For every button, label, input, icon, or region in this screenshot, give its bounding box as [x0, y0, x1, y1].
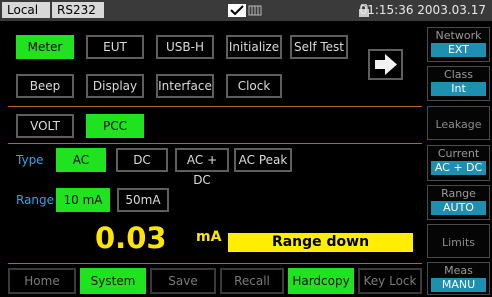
class-title: Class	[444, 68, 473, 81]
current-value: AC + DC	[431, 161, 486, 175]
storage-icon	[248, 5, 262, 16]
meas-title: Meas	[444, 264, 473, 277]
next-page-button[interactable]	[368, 49, 403, 80]
right-side-panel: Network EXT Class Int Leakage Current AC…	[425, 22, 492, 297]
softkey-home[interactable]: Home	[8, 268, 76, 294]
range-softkey[interactable]: Range AUTO	[427, 185, 490, 220]
leakage-softkey[interactable]: Leakage	[427, 106, 490, 140]
class-value: Int	[431, 82, 486, 96]
interface-button[interactable]: Interface	[156, 74, 214, 98]
range-message: Range down	[228, 233, 413, 252]
softkey-recall[interactable]: Recall	[220, 268, 284, 294]
mail-icon	[228, 4, 246, 17]
local-indicator: Local	[2, 2, 50, 18]
volt-button[interactable]: VOLT	[16, 114, 74, 138]
separator-2	[8, 143, 422, 144]
leakage-label: Leakage	[435, 118, 482, 131]
limits-softkey[interactable]: Limits	[427, 224, 490, 258]
type-ac-button[interactable]: AC	[56, 148, 106, 172]
network-title: Network	[435, 29, 482, 42]
current-softkey[interactable]: Current AC + DC	[427, 145, 490, 181]
beep-button[interactable]: Beep	[16, 74, 74, 98]
range-label: Range	[16, 193, 55, 207]
eut-button[interactable]: EUT	[86, 35, 144, 59]
softkey-system[interactable]: System	[80, 268, 146, 294]
range-50ma-button[interactable]: 50mA	[117, 188, 169, 212]
range-value: AUTO	[431, 201, 486, 215]
range-10ma-button[interactable]: 10 mA	[56, 188, 110, 212]
range-title: Range	[441, 187, 476, 200]
type-dc-button[interactable]: DC	[116, 148, 168, 172]
initialize-button[interactable]: Initialize	[226, 35, 282, 59]
separator-3	[8, 263, 422, 264]
type-acpeak-button[interactable]: AC Peak	[234, 148, 292, 172]
status-bar: Local RS232 01:15:36 2003.03.17	[0, 0, 492, 21]
softkey-hardcopy[interactable]: Hardcopy	[288, 268, 354, 294]
self-test-button[interactable]: Self Test	[290, 35, 348, 59]
display-button[interactable]: Display	[86, 74, 144, 98]
meas-value: MANU	[431, 278, 486, 292]
clock-display: 01:15:36 2003.03.17	[359, 3, 486, 17]
instrument-screen: Local RS232 01:15:36 2003.03.17 Meter EU…	[0, 0, 492, 297]
network-value: EXT	[431, 43, 486, 57]
type-acdc-button[interactable]: AC + DC	[175, 148, 229, 187]
current-title: Current	[437, 147, 480, 160]
separator-1	[8, 106, 422, 107]
meas-softkey[interactable]: Meas MANU	[427, 262, 490, 295]
limits-label: Limits	[442, 236, 475, 249]
right-arrow-icon	[375, 54, 397, 75]
type-label: Type	[16, 153, 44, 167]
network-softkey[interactable]: Network EXT	[427, 27, 490, 62]
clock-button[interactable]: Clock	[226, 74, 282, 98]
measurement-unit: mA	[196, 229, 222, 245]
measurement-value: 0.03	[95, 221, 167, 255]
class-softkey[interactable]: Class Int	[427, 66, 490, 101]
usb-h-button[interactable]: USB-H	[156, 35, 214, 59]
softkey-save[interactable]: Save	[150, 268, 216, 294]
meter-button[interactable]: Meter	[16, 35, 74, 59]
pcc-button[interactable]: PCC	[86, 114, 144, 138]
rs232-indicator: RS232	[52, 2, 104, 18]
softkey-keylock[interactable]: Key Lock	[358, 268, 422, 294]
